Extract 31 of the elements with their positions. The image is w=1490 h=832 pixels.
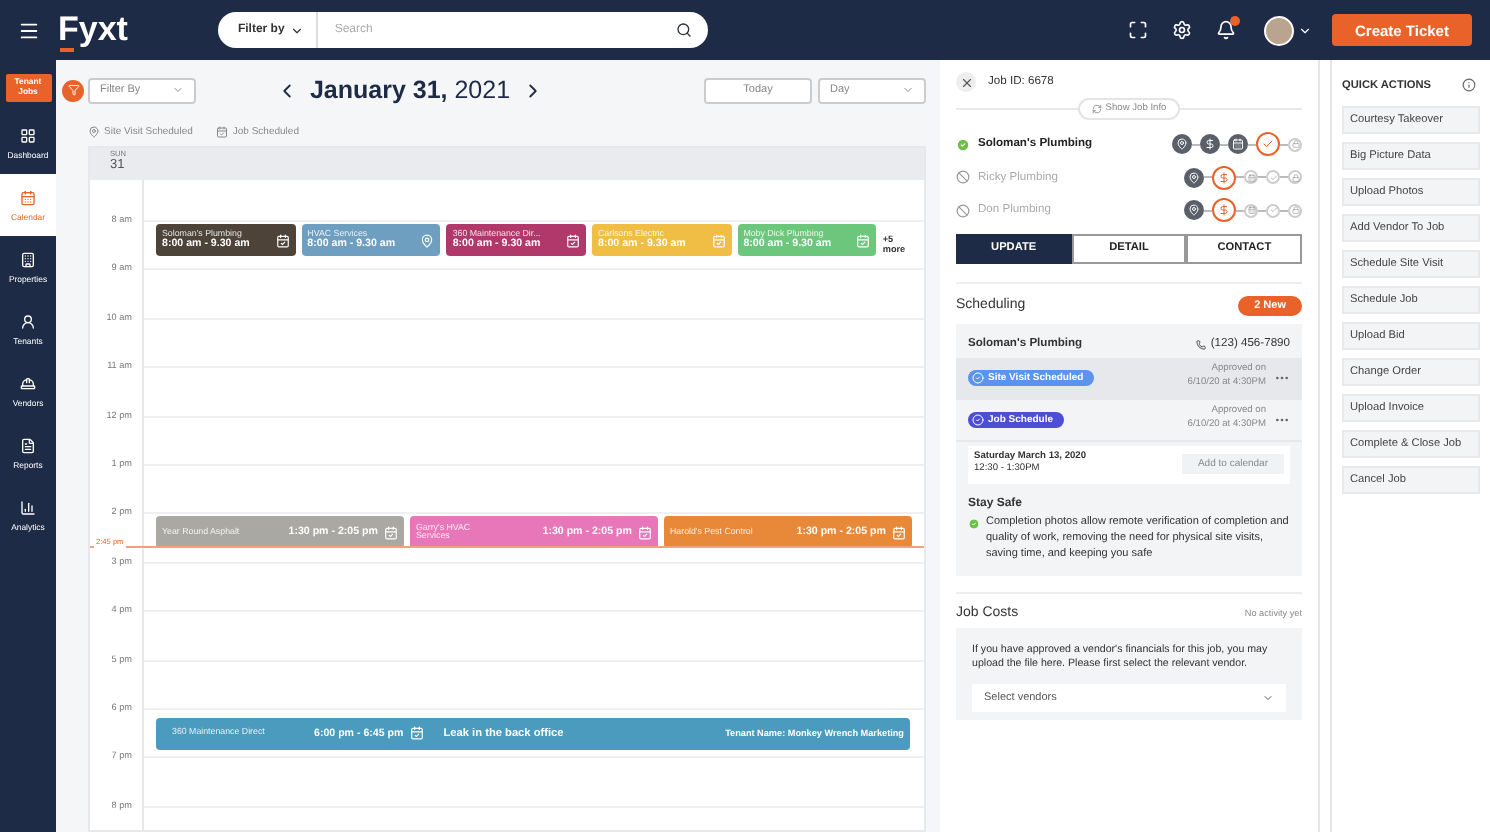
building-icon	[20, 251, 36, 267]
caret-icon	[902, 84, 914, 96]
fullscreen-icon[interactable]	[1128, 20, 1148, 40]
person-icon	[20, 313, 36, 329]
calendar-check-icon	[216, 126, 229, 138]
logo: Fyxt	[58, 10, 128, 50]
hard-hat-icon	[20, 375, 36, 391]
info-icon[interactable]	[1462, 78, 1476, 92]
bar-chart-icon	[20, 499, 36, 515]
document-icon	[20, 437, 36, 453]
caret-icon	[172, 84, 184, 96]
notification-icon[interactable]	[1216, 20, 1236, 40]
caret-icon	[1262, 691, 1274, 704]
grid-icon	[20, 127, 36, 143]
filter-icon[interactable]	[62, 79, 84, 101]
settings-icon[interactable]	[1172, 20, 1192, 40]
calendar-icon	[20, 189, 36, 205]
phone-icon	[1196, 339, 1207, 349]
avatar[interactable]	[1264, 15, 1294, 45]
menu-icon[interactable]	[18, 19, 40, 41]
search-icon	[675, 22, 692, 38]
close-button[interactable]	[956, 72, 976, 92]
check-circle-icon	[972, 413, 984, 425]
caret-icon[interactable]	[1298, 23, 1312, 37]
check-circle-icon	[972, 371, 984, 383]
date-title: January 31, 2021	[309, 76, 511, 104]
caret-icon	[290, 23, 305, 37]
check-circle-icon	[968, 517, 980, 530]
pin-icon	[88, 126, 100, 138]
refresh-icon	[1091, 104, 1102, 114]
close-icon	[959, 75, 973, 89]
